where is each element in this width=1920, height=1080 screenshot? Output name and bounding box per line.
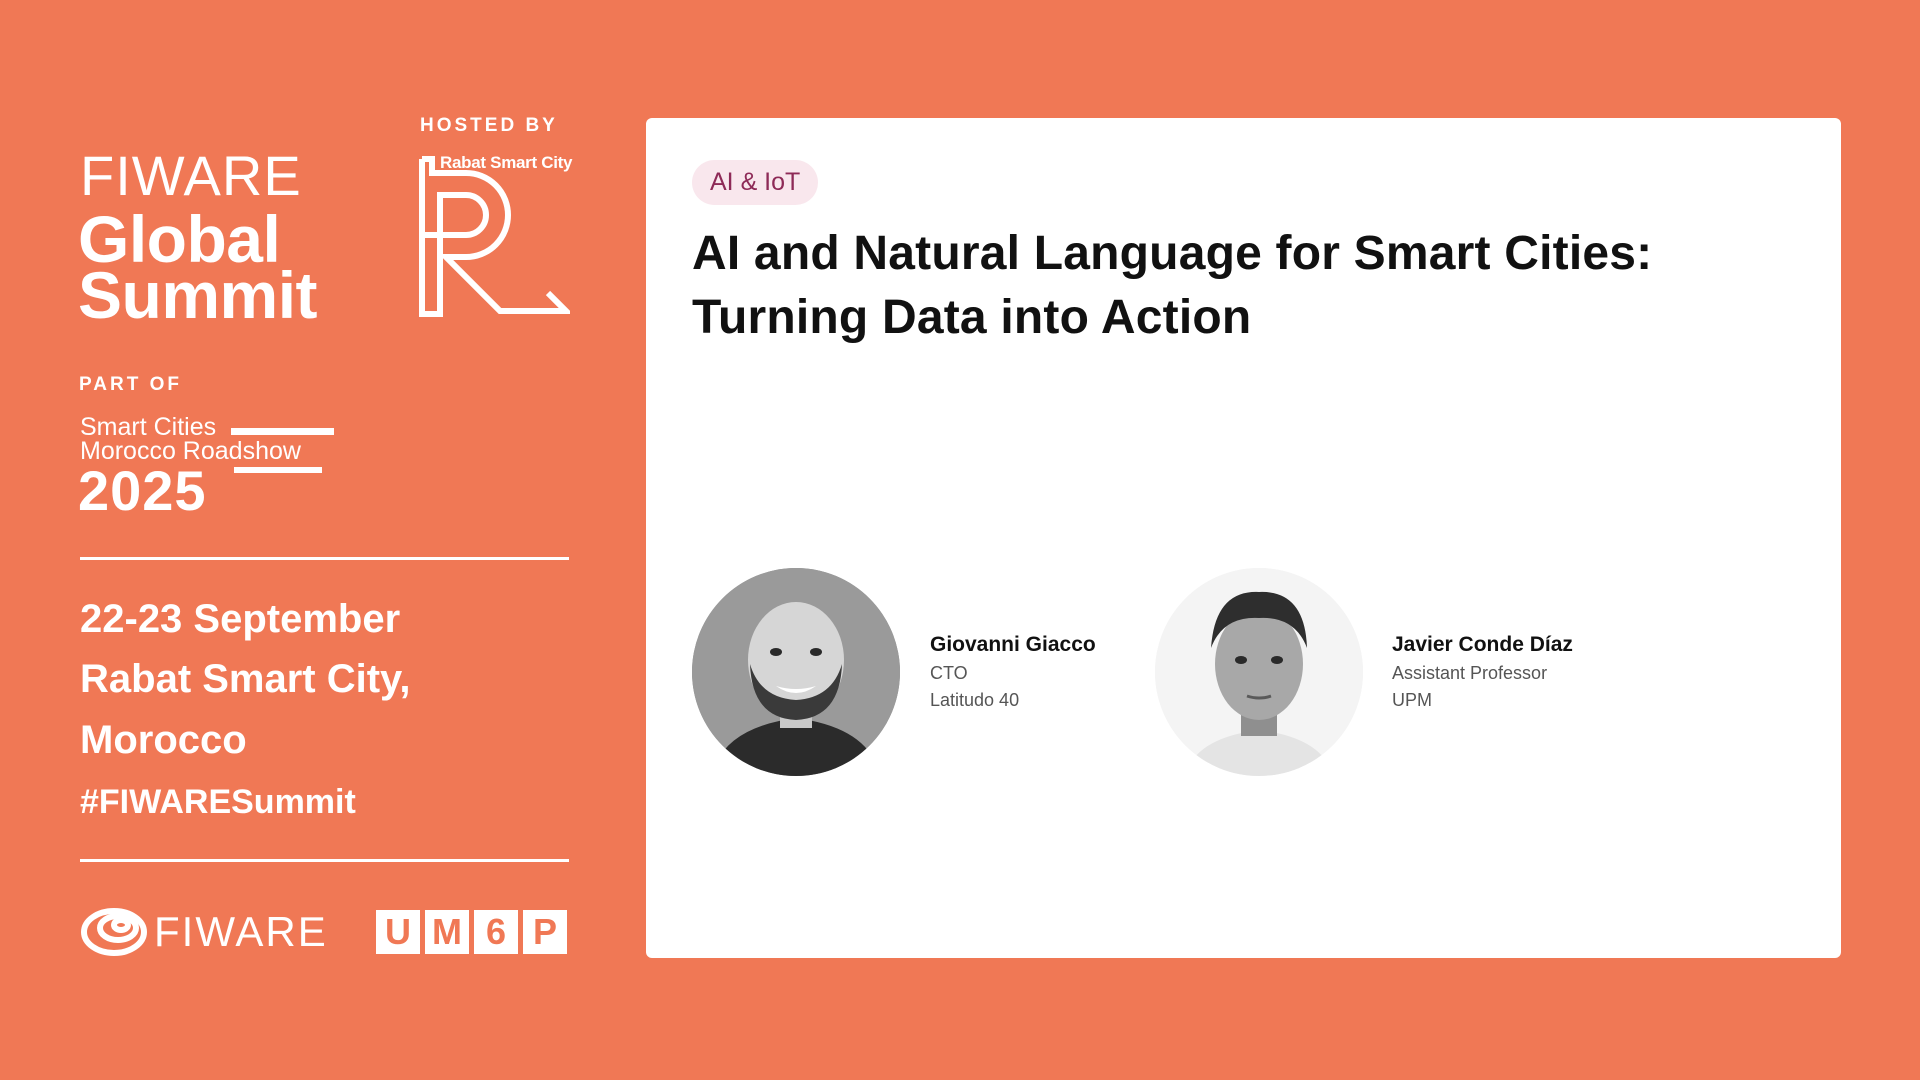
event-hashtag: #FIWARESummit bbox=[80, 783, 356, 821]
speaker-2-avatar-icon bbox=[1155, 568, 1363, 776]
um6p-letter: M bbox=[425, 910, 469, 954]
divider-bottom bbox=[80, 859, 569, 862]
event-brand-word: FIWARE bbox=[80, 144, 302, 207]
roadshow-year: 2025 bbox=[78, 459, 207, 522]
event-venue-line-1: Rabat Smart City, bbox=[80, 657, 411, 701]
um6p-letter: U bbox=[376, 910, 420, 954]
speaker-name: Giovanni Giacco bbox=[930, 633, 1096, 656]
topic-tag: AI & IoT bbox=[692, 160, 819, 205]
fiware-swirl-icon bbox=[81, 908, 147, 956]
speaker-role: Assistant Professor bbox=[1392, 663, 1548, 683]
speaker-photo bbox=[1155, 568, 1363, 776]
um6p-logo: U M 6 P bbox=[376, 910, 567, 954]
speaker-1-avatar-icon bbox=[692, 568, 900, 776]
roadshow-bar-bottom bbox=[234, 467, 322, 473]
speaker-role: CTO bbox=[930, 663, 968, 683]
talk-card: AI & IoT AI and Natural Language for Sma… bbox=[646, 118, 1841, 958]
um6p-letter: P bbox=[523, 910, 567, 954]
fiware-logo-text: FIWARE bbox=[154, 908, 328, 955]
event-name-line-2: Summit bbox=[78, 258, 318, 332]
divider-top bbox=[80, 557, 569, 560]
event-date: 22-23 September bbox=[80, 597, 401, 641]
event-venue-line-2: Morocco bbox=[80, 718, 247, 762]
part-of-label: PART OF bbox=[79, 374, 182, 395]
speaker-org: UPM bbox=[1392, 690, 1432, 710]
hosted-by-label: HOSTED BY bbox=[420, 115, 558, 136]
speaker-name: Javier Conde Díaz bbox=[1392, 633, 1573, 656]
talk-title: AI and Natural Language for Smart Cities… bbox=[692, 227, 1653, 344]
speaker-org: Latitudo 40 bbox=[930, 690, 1020, 710]
roadshow-bar-top bbox=[231, 428, 334, 435]
rabat-smart-city-logo bbox=[419, 156, 570, 317]
um6p-letter: 6 bbox=[474, 910, 518, 954]
host-name: Rabat Smart City bbox=[440, 153, 573, 172]
speaker-photo bbox=[692, 568, 900, 776]
